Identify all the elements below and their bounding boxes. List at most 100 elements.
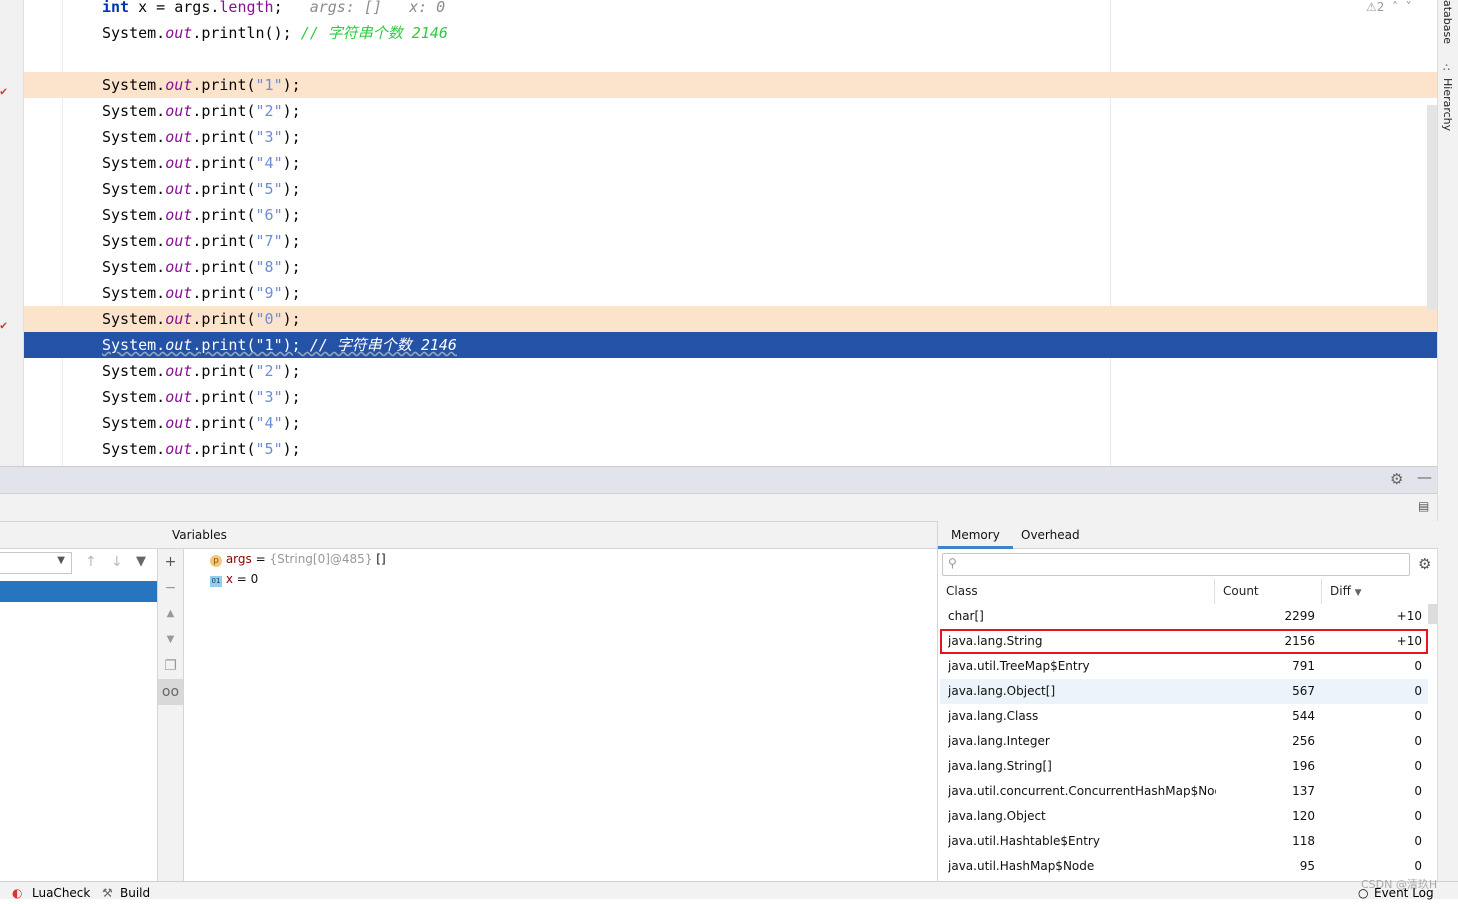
code-line[interactable]: System.out.println(); // 字符串个数 2146 bbox=[24, 20, 1437, 46]
column-class[interactable]: Class bbox=[940, 579, 1215, 604]
event-log-tab[interactable]: Event Log bbox=[1374, 882, 1434, 904]
warnings-indicator[interactable]: ⚠2 ˄ ˅ bbox=[1366, 0, 1412, 14]
arrow-down-icon[interactable]: ↓ bbox=[111, 554, 123, 570]
sort-desc-icon: ▼ bbox=[1354, 588, 1362, 598]
debug-tool-window-header: ⚙ — bbox=[0, 466, 1437, 493]
tab-memory[interactable]: Memory bbox=[938, 521, 1013, 549]
class-name: java.lang.Object[] bbox=[948, 684, 1056, 698]
class-name: java.lang.String bbox=[948, 634, 1043, 648]
parameter-icon: p bbox=[210, 555, 222, 567]
count-diff: 0 bbox=[1414, 834, 1422, 848]
code-line[interactable]: System.out.print("3"); bbox=[24, 124, 1437, 150]
class-row[interactable]: java.lang.Object[] 567 0 bbox=[940, 679, 1428, 704]
variables-toolbar: + − ▲ ▼ ❐ oo bbox=[158, 549, 184, 881]
class-row[interactable]: char[] 2299 +10 bbox=[940, 604, 1428, 629]
class-row[interactable]: java.util.HashMap$Node 95 0 bbox=[940, 854, 1428, 879]
variables-title: Variables bbox=[172, 528, 227, 542]
glasses-icon[interactable]: oo bbox=[158, 679, 183, 705]
code-line[interactable]: ✔ System.out.print("1"); bbox=[0, 72, 1437, 98]
layout-icon[interactable]: ▤ bbox=[1418, 499, 1429, 513]
filter-icon[interactable]: ▼ bbox=[136, 554, 146, 569]
count-diff: +10 bbox=[1396, 634, 1422, 648]
inline-value-hint: args: [] bbox=[309, 0, 382, 16]
class-row[interactable]: java.lang.Integer 256 0 bbox=[940, 729, 1428, 754]
settings-icon[interactable]: ⚙ bbox=[1418, 555, 1431, 573]
code-line[interactable]: System.out.print("6"); bbox=[24, 202, 1437, 228]
code-line[interactable]: System.out.print("4"); bbox=[24, 150, 1437, 176]
code-line[interactable]: ✔ System.out.print("0"); bbox=[0, 306, 1437, 332]
breakpoint-gutter[interactable] bbox=[0, 0, 24, 466]
variables-header: Variables bbox=[158, 521, 937, 549]
arrow-up-icon[interactable]: ↑ bbox=[85, 554, 97, 570]
editor-scrollbar[interactable] bbox=[1427, 105, 1437, 310]
code-line[interactable]: int x = args.length; args: [] x: 0 bbox=[24, 0, 1437, 20]
instance-count: 256 bbox=[1292, 734, 1315, 748]
tab-overhead[interactable]: Overhead bbox=[1008, 521, 1093, 549]
hierarchy-icon: ⛬ bbox=[1443, 62, 1450, 73]
build-tab[interactable]: Build bbox=[120, 882, 150, 904]
column-count[interactable]: Count bbox=[1215, 579, 1322, 604]
move-up-icon[interactable]: ▲ bbox=[158, 601, 183, 627]
count-diff: +10 bbox=[1396, 609, 1422, 623]
remove-icon[interactable]: − bbox=[158, 575, 183, 601]
move-down-icon[interactable]: ▼ bbox=[158, 627, 183, 653]
primitive-icon: 01 bbox=[210, 576, 222, 587]
class-row[interactable]: java.util.concurrent.ConcurrentHashMap$N… bbox=[940, 779, 1428, 804]
instance-count: 2156 bbox=[1284, 634, 1315, 648]
thread-selector[interactable]: ▼ bbox=[0, 552, 72, 574]
column-diff[interactable]: Diff ▼ bbox=[1322, 579, 1428, 604]
code-line[interactable]: System.out.print("7"); bbox=[24, 228, 1437, 254]
class-search-input[interactable]: ⚲ bbox=[942, 553, 1410, 576]
chevron-down-icon: ▼ bbox=[57, 555, 65, 566]
class-name: java.util.concurrent.ConcurrentHashMap$N… bbox=[948, 784, 1216, 798]
class-name: char[] bbox=[948, 609, 984, 623]
class-name: java.lang.String[] bbox=[948, 759, 1052, 773]
database-tool-tab[interactable]: atabase bbox=[1441, 0, 1454, 44]
instance-count: 196 bbox=[1292, 759, 1315, 773]
memory-panel: Memory Overhead ⚲ ⚙ Class Count Diff ▼ c… bbox=[937, 521, 1438, 881]
code-editor[interactable]: int x = args.length; args: [] x: 0 Syste… bbox=[0, 0, 1437, 466]
instance-count: 791 bbox=[1292, 659, 1315, 673]
current-execution-line[interactable]: System.out.print("1"); // 字符串个数 2146 bbox=[24, 332, 1437, 358]
code-line[interactable]: System.out.print("8"); bbox=[24, 254, 1437, 280]
add-icon[interactable]: + bbox=[158, 549, 183, 575]
hierarchy-tool-tab[interactable]: Hierarchy bbox=[1441, 78, 1454, 131]
code-line[interactable]: System.out.print("2"); bbox=[24, 98, 1437, 124]
gear-icon[interactable]: ⚙ bbox=[1390, 470, 1403, 488]
code-line[interactable]: System.out.print("3"); bbox=[24, 384, 1437, 410]
class-row[interactable]: java.lang.Class 544 0 bbox=[940, 704, 1428, 729]
code-line[interactable]: System.out.print("4"); bbox=[24, 410, 1437, 436]
highlighted-class-row[interactable]: java.lang.String 2156 +10 bbox=[940, 629, 1428, 654]
instance-count: 95 bbox=[1299, 859, 1315, 873]
class-row[interactable]: java.lang.String[] 196 0 bbox=[940, 754, 1428, 779]
breakpoint-icon[interactable]: ✔ bbox=[0, 78, 12, 98]
copy-icon[interactable]: ❐ bbox=[158, 653, 183, 679]
instance-count: 137 bbox=[1292, 784, 1315, 798]
class-row[interactable]: java.util.TreeMap$Entry 791 0 bbox=[940, 654, 1428, 679]
minimize-icon[interactable]: — bbox=[1417, 468, 1432, 486]
event-log-icon: ○ bbox=[1358, 886, 1369, 900]
code-line[interactable]: System.out.print("5"); bbox=[24, 436, 1437, 462]
breakpoint-icon[interactable]: ✔ bbox=[0, 312, 12, 332]
memory-scrollbar[interactable] bbox=[1428, 604, 1438, 624]
count-diff: 0 bbox=[1414, 809, 1422, 823]
frames-panel: ▼ ↑ ↓ ▼ bbox=[0, 549, 158, 881]
variable-x[interactable]: 01 x = 0 bbox=[210, 569, 258, 589]
instance-count: 544 bbox=[1292, 709, 1315, 723]
luacheck-tab[interactable]: LuaCheck bbox=[32, 882, 90, 904]
instance-count: 2299 bbox=[1284, 609, 1315, 623]
instance-count: 120 bbox=[1292, 809, 1315, 823]
variable-args[interactable]: p args = {String[0]@485} [] bbox=[210, 549, 386, 569]
class-row[interactable]: java.lang.Object 120 0 bbox=[940, 804, 1428, 829]
code-line[interactable]: System.out.print("5"); bbox=[24, 176, 1437, 202]
class-name: java.lang.Object bbox=[948, 809, 1046, 823]
selected-frame[interactable] bbox=[0, 581, 157, 602]
variables-panel: p args = {String[0]@485} [] 01 x = 0 bbox=[184, 549, 937, 881]
count-diff: 0 bbox=[1414, 659, 1422, 673]
code-line[interactable]: System.out.print("2"); bbox=[24, 358, 1437, 384]
class-row[interactable]: java.util.Hashtable$Entry 118 0 bbox=[940, 829, 1428, 854]
class-name: java.lang.Class bbox=[948, 709, 1039, 723]
right-tool-strip: atabase ⛬ Hierarchy bbox=[1437, 0, 1458, 881]
code-line[interactable]: System.out.print("9"); bbox=[24, 280, 1437, 306]
class-name: java.lang.Integer bbox=[948, 734, 1050, 748]
